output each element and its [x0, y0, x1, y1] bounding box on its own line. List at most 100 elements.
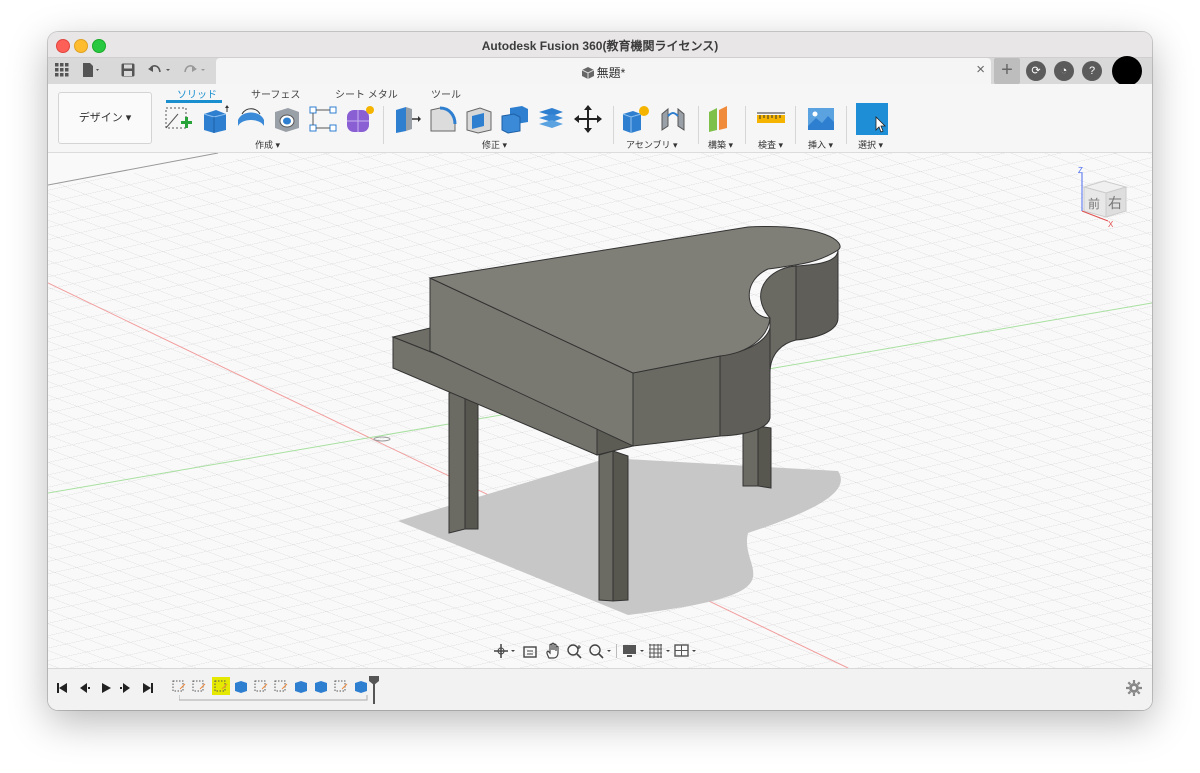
extrude-feature-icon[interactable]: [354, 679, 368, 693]
timeline-marker-icon[interactable]: [368, 675, 380, 705]
select-tool-button[interactable]: [856, 103, 888, 135]
offset-faces-icon[interactable]: [536, 104, 566, 134]
fillet-icon[interactable]: [428, 104, 458, 134]
zoom-icon[interactable]: [566, 643, 584, 659]
insert-group-label[interactable]: 挿入 ▾: [808, 138, 833, 151]
piano-leg: [612, 450, 629, 602]
extrude-feature-icon[interactable]: [234, 679, 248, 693]
document-title-text: 無題*: [596, 66, 626, 80]
new-component-icon[interactable]: [621, 104, 651, 134]
fit-zoom-icon[interactable]: [588, 643, 614, 659]
press-pull-icon[interactable]: [392, 104, 422, 134]
orbit-icon[interactable]: [494, 643, 516, 659]
create-form-icon[interactable]: [345, 104, 375, 134]
workspace-switcher[interactable]: デザイン ▾: [58, 92, 152, 144]
create-sketch-icon[interactable]: [164, 104, 194, 134]
insert-canvas-icon[interactable]: [806, 104, 836, 134]
step-back-icon[interactable]: [78, 682, 90, 694]
avatar[interactable]: [1112, 56, 1142, 86]
piano-leg: [464, 389, 479, 530]
measure-icon[interactable]: [756, 104, 786, 134]
go-to-start-icon[interactable]: [56, 682, 68, 694]
gear-icon[interactable]: [1126, 680, 1142, 696]
pan-hand-icon[interactable]: [544, 642, 562, 660]
file-icon[interactable]: [82, 63, 102, 79]
active-tab-indicator: [166, 100, 222, 103]
viewcube-right-label[interactable]: 右: [1108, 196, 1122, 212]
help-icon[interactable]: ?: [1082, 61, 1102, 81]
3d-viewport[interactable]: Z X 前 右: [48, 153, 1152, 668]
document-tab-bar: 無題* × + ⟳ ◔ ?: [48, 56, 1152, 86]
viewcube-front-label[interactable]: 前: [1088, 196, 1100, 211]
save-icon[interactable]: [121, 63, 135, 79]
tab-solid[interactable]: ソリッド: [177, 86, 217, 101]
tab-sheet-metal[interactable]: シート メタル: [335, 86, 398, 101]
piano-leg: [742, 425, 759, 487]
document-tab[interactable]: 無題* ×: [216, 58, 991, 84]
job-status-icon[interactable]: ⟳: [1026, 61, 1046, 81]
navigation-toolbar: [492, 641, 702, 663]
construct-group-label[interactable]: 構築 ▾: [708, 138, 733, 151]
extrude-feature-icon[interactable]: [314, 679, 328, 693]
sketch-feature-icon[interactable]: [274, 679, 288, 693]
new-tab-button[interactable]: +: [994, 58, 1020, 84]
rectangular-pattern-icon[interactable]: [308, 104, 338, 134]
sketch-feature-icon[interactable]: [334, 679, 348, 693]
toolbar-separator: [795, 106, 796, 144]
document-cube-icon: [581, 67, 594, 79]
undo-icon[interactable]: [148, 63, 174, 79]
toolbar-separator: [698, 106, 699, 144]
ribbon-toolbar: デザイン ▾ ソリッド サーフェス シート メタル ツール 作成 ▾ 修正 ▾ …: [48, 84, 1152, 153]
toolbar-separator: [846, 106, 847, 144]
redo-icon[interactable]: [183, 63, 209, 79]
viewcube-graphic[interactable]: Z X 前 右: [1078, 166, 1132, 229]
select-group-label[interactable]: 選択 ▾: [858, 138, 883, 151]
tab-tools[interactable]: ツール: [431, 86, 461, 101]
shell-icon[interactable]: [464, 104, 494, 134]
inspect-group-label[interactable]: 検査 ▾: [758, 138, 783, 151]
canvas-scene[interactable]: [48, 153, 1152, 668]
app-window: Autodesk Fusion 360(教育機関ライセンス) 無題* × + ⟳…: [48, 32, 1152, 710]
nav-separator: [616, 644, 617, 658]
document-title: 無題*: [216, 64, 991, 81]
hole-icon[interactable]: [272, 104, 302, 134]
look-at-icon[interactable]: [522, 643, 538, 659]
grid-settings-icon[interactable]: [648, 643, 674, 659]
toolbar-separator: [383, 106, 384, 144]
grid-icon[interactable]: [55, 63, 69, 79]
title-bar: Autodesk Fusion 360(教育機関ライセンス): [48, 32, 1152, 58]
viewcube-x-label: X: [1108, 220, 1114, 227]
assemble-group-label[interactable]: アセンブリ ▾: [626, 138, 678, 151]
piano-leg: [448, 389, 466, 534]
tab-surface[interactable]: サーフェス: [251, 86, 300, 101]
extrude-icon[interactable]: [200, 104, 230, 134]
viewcube[interactable]: Z X 前 右: [1078, 166, 1132, 229]
timeline-features: [172, 669, 382, 710]
toolbar-separator: [745, 106, 746, 144]
piano-leg: [598, 450, 614, 602]
cursor-arrow-icon: [875, 116, 886, 133]
offset-plane-icon[interactable]: [705, 104, 735, 134]
header-right-icons: + ⟳ ◔ ?: [994, 56, 1152, 86]
joint-icon[interactable]: [658, 104, 688, 134]
notifications-icon[interactable]: ◔: [1054, 61, 1074, 81]
combine-icon[interactable]: [500, 104, 530, 134]
modify-group-label[interactable]: 修正 ▾: [482, 138, 507, 151]
move-icon[interactable]: [573, 104, 603, 134]
sketch-feature-icon[interactable]: [172, 679, 186, 693]
timeline-connector: [179, 695, 368, 701]
viewports-icon[interactable]: [674, 643, 700, 659]
step-forward-icon[interactable]: [120, 682, 132, 694]
play-icon[interactable]: [100, 682, 112, 694]
display-settings-icon[interactable]: [622, 643, 648, 659]
sketch-feature-icon[interactable]: [254, 679, 268, 693]
revolve-icon[interactable]: [236, 104, 266, 134]
extrude-feature-icon[interactable]: [294, 679, 308, 693]
piano-leg: [757, 425, 772, 489]
close-icon[interactable]: ×: [976, 61, 985, 78]
sketch-feature-icon[interactable]: [192, 679, 206, 693]
go-to-end-icon[interactable]: [142, 682, 154, 694]
window-title: Autodesk Fusion 360(教育機関ライセンス): [481, 39, 719, 53]
create-group-label[interactable]: 作成 ▾: [255, 138, 280, 151]
sketch-feature-selected-icon[interactable]: [212, 677, 230, 695]
